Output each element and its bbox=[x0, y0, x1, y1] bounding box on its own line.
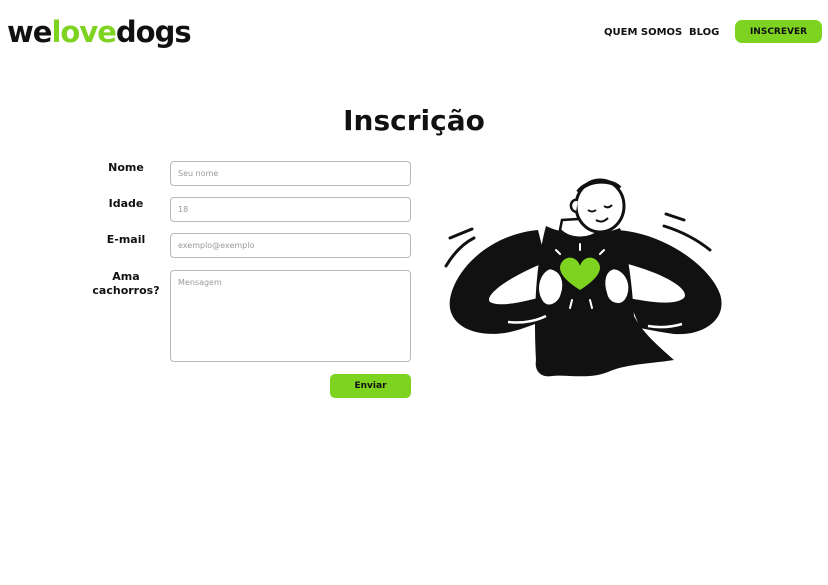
logo-part-we: we bbox=[7, 15, 52, 49]
nav-link-about[interactable]: QUEM SOMOS bbox=[604, 20, 682, 44]
hand-left bbox=[536, 266, 565, 307]
email-input[interactable] bbox=[170, 233, 411, 258]
page-title: Inscrição bbox=[343, 104, 485, 137]
email-label: E-mail bbox=[106, 233, 146, 246]
name-label: Nome bbox=[108, 161, 144, 174]
age-input[interactable] bbox=[170, 197, 411, 222]
name-input[interactable] bbox=[170, 161, 411, 186]
message-textarea[interactable] bbox=[170, 270, 411, 362]
motion-line-left-1 bbox=[448, 227, 474, 240]
loves-dogs-label-line2: cachorros? bbox=[92, 284, 160, 297]
loves-dogs-label-line1: Ama bbox=[112, 270, 140, 283]
motion-line-left-2 bbox=[444, 236, 476, 268]
logo-part-love: love bbox=[51, 15, 116, 49]
subscribe-button[interactable]: INSCREVER bbox=[735, 20, 822, 43]
age-label: Idade bbox=[108, 197, 144, 210]
person-holding-heart-illustration bbox=[444, 178, 722, 377]
nav-link-blog[interactable]: BLOG bbox=[689, 20, 719, 44]
motion-line-right-1 bbox=[664, 212, 686, 222]
send-button[interactable]: Enviar bbox=[330, 374, 411, 398]
logo-part-dogs: dogs bbox=[115, 15, 192, 49]
loves-dogs-label: Ama cachorros? bbox=[91, 270, 161, 298]
hand-right bbox=[602, 266, 631, 306]
site-logo[interactable]: welovedogs bbox=[7, 14, 192, 50]
